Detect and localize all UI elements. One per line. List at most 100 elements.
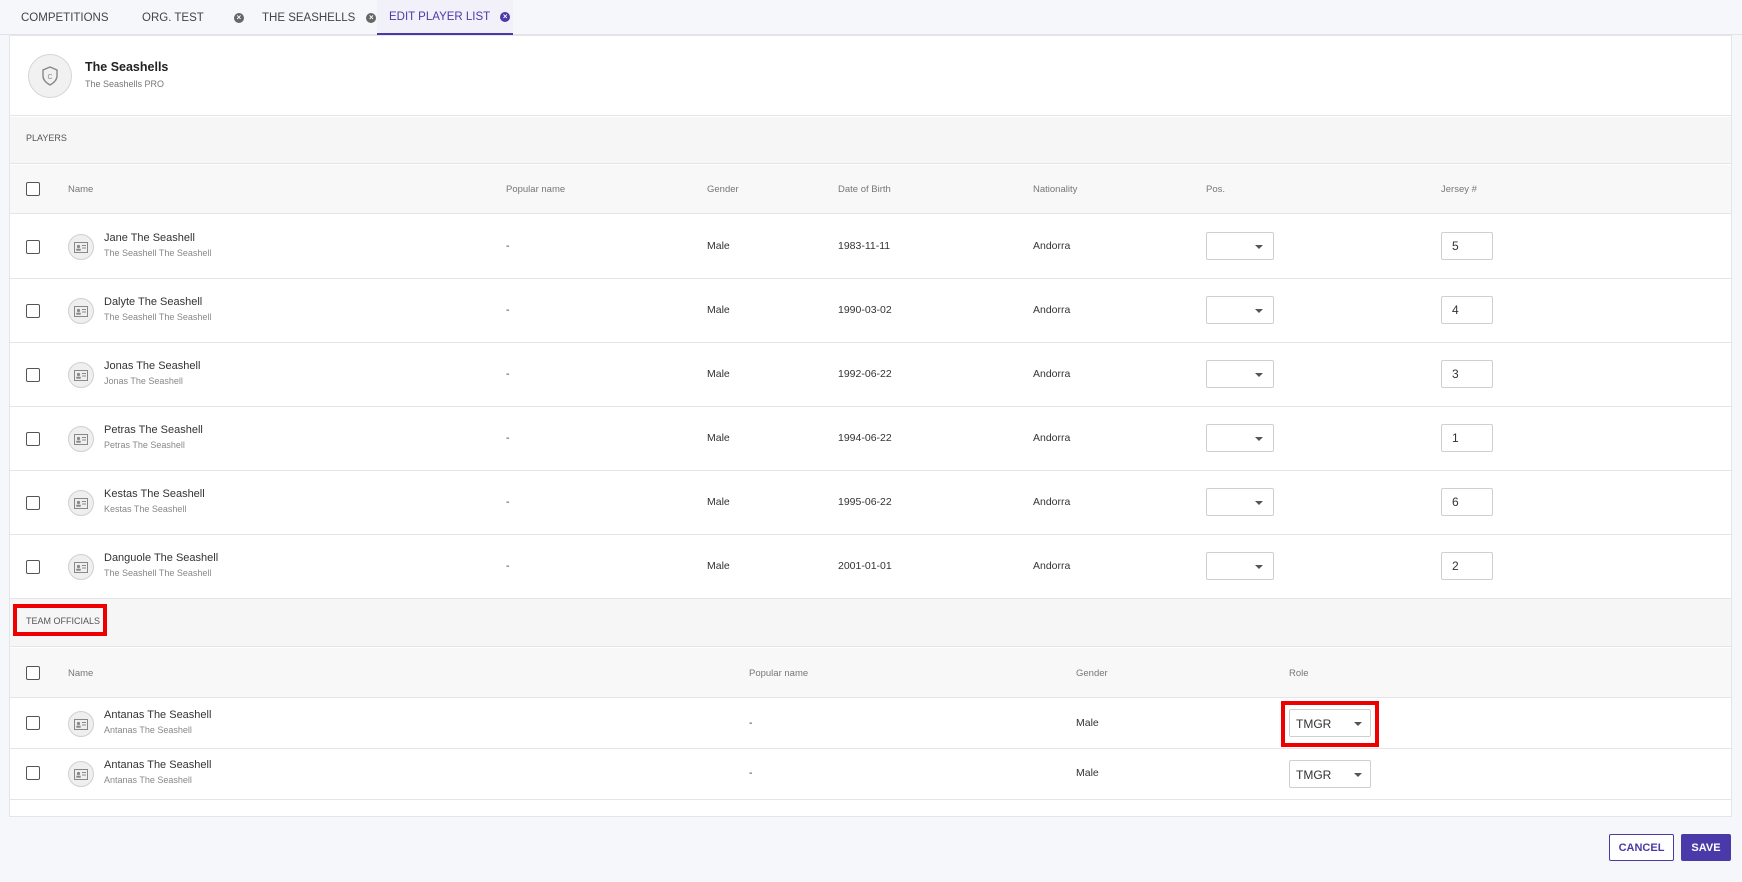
row-checkbox[interactable] bbox=[26, 560, 40, 574]
id-card-icon bbox=[68, 761, 94, 787]
tab-label: EDIT PLAYER LIST bbox=[389, 10, 491, 23]
date-of-birth: 1992-06-22 bbox=[838, 368, 892, 380]
id-card-icon bbox=[68, 426, 94, 452]
date-of-birth: 1990-03-02 bbox=[838, 304, 892, 316]
row-checkbox[interactable] bbox=[26, 368, 40, 382]
jersey-input[interactable] bbox=[1441, 552, 1493, 580]
close-icon[interactable]: × bbox=[366, 12, 377, 23]
id-card-icon bbox=[68, 554, 94, 580]
tab-label: THE SEASHELLS bbox=[262, 11, 356, 24]
tab-org-test[interactable]: ORG. TEST × bbox=[142, 0, 244, 35]
date-of-birth: 2001-01-01 bbox=[838, 560, 892, 572]
official-subname: Antanas The Seashell bbox=[104, 775, 192, 785]
date-of-birth: 1994-06-22 bbox=[838, 432, 892, 444]
tab-the-seashells[interactable]: THE SEASHELLS × bbox=[262, 0, 377, 35]
position-select[interactable] bbox=[1206, 424, 1274, 452]
caret-down-icon bbox=[1255, 437, 1263, 441]
tab-edit-player-list[interactable]: EDIT PLAYER LIST × bbox=[377, 0, 513, 35]
id-card-icon bbox=[68, 234, 94, 260]
player-name[interactable]: Petras The Seashell bbox=[104, 424, 203, 436]
position-select[interactable] bbox=[1206, 232, 1274, 260]
select-all-checkbox[interactable] bbox=[26, 666, 40, 680]
player-subname: The Seashell The Seashell bbox=[104, 568, 212, 578]
table-row: Petras The Seashell Petras The Seashell … bbox=[10, 407, 1731, 471]
jersey-input[interactable] bbox=[1441, 360, 1493, 388]
date-of-birth: 1983-11-11 bbox=[838, 240, 891, 252]
select-all-checkbox[interactable] bbox=[26, 182, 40, 196]
nationality: Andorra bbox=[1033, 368, 1071, 380]
row-checkbox[interactable] bbox=[26, 432, 40, 446]
column-header-position[interactable]: Pos. bbox=[1206, 184, 1225, 195]
position-select[interactable] bbox=[1206, 360, 1274, 388]
official-name[interactable]: Antanas The Seashell bbox=[104, 709, 211, 721]
column-header-gender[interactable]: Gender bbox=[1076, 668, 1108, 679]
gender: Male bbox=[707, 496, 730, 508]
officials-section-header: TEAM OFFICIALS bbox=[10, 599, 1731, 647]
column-header-gender[interactable]: Gender bbox=[707, 184, 739, 195]
table-row: Dalyte The Seashell The Seashell The Sea… bbox=[10, 279, 1731, 343]
id-card-icon bbox=[68, 298, 94, 324]
player-subname: Jonas The Seashell bbox=[104, 376, 183, 386]
popular-name: - bbox=[749, 767, 753, 779]
popular-name: - bbox=[506, 240, 510, 252]
role-select[interactable]: TMGR bbox=[1289, 760, 1371, 788]
caret-down-icon bbox=[1354, 773, 1362, 777]
nationality: Andorra bbox=[1033, 432, 1071, 444]
player-name[interactable]: Danguole The Seashell bbox=[104, 552, 218, 564]
column-header-nationality[interactable]: Nationality bbox=[1033, 184, 1077, 195]
close-icon[interactable]: × bbox=[500, 11, 511, 22]
official-name[interactable]: Antanas The Seashell bbox=[104, 759, 211, 771]
table-row: Danguole The Seashell The Seashell The S… bbox=[10, 535, 1731, 599]
tab-competitions[interactable]: COMPETITIONS bbox=[21, 0, 109, 35]
column-header-popular-name[interactable]: Popular name bbox=[749, 668, 808, 679]
player-name[interactable]: Kestas The Seashell bbox=[104, 488, 205, 500]
cancel-button[interactable]: CANCEL bbox=[1609, 834, 1674, 861]
row-checkbox[interactable] bbox=[26, 304, 40, 318]
jersey-input[interactable] bbox=[1441, 488, 1493, 516]
popular-name: - bbox=[506, 560, 510, 572]
position-select[interactable] bbox=[1206, 296, 1274, 324]
jersey-input[interactable] bbox=[1441, 296, 1493, 324]
row-checkbox[interactable] bbox=[26, 496, 40, 510]
position-select[interactable] bbox=[1206, 552, 1274, 580]
close-icon[interactable]: × bbox=[233, 12, 244, 23]
row-checkbox[interactable] bbox=[26, 240, 40, 254]
player-subname: Kestas The Seashell bbox=[104, 504, 187, 514]
player-name[interactable]: Jonas The Seashell bbox=[104, 360, 200, 372]
jersey-input[interactable] bbox=[1441, 232, 1493, 260]
nationality: Andorra bbox=[1033, 496, 1071, 508]
column-header-jersey[interactable]: Jersey # bbox=[1441, 184, 1477, 195]
position-select[interactable] bbox=[1206, 488, 1274, 516]
officials-table-header: Name Popular name Gender Role bbox=[10, 648, 1731, 698]
jersey-input[interactable] bbox=[1441, 424, 1493, 452]
player-name[interactable]: Jane The Seashell bbox=[104, 232, 195, 244]
row-checkbox[interactable] bbox=[26, 716, 40, 730]
column-header-popular-name[interactable]: Popular name bbox=[506, 184, 565, 195]
table-row: Jane The Seashell The Seashell The Seash… bbox=[10, 215, 1731, 279]
gender: Male bbox=[1076, 767, 1099, 779]
player-subname: Petras The Seashell bbox=[104, 440, 185, 450]
id-card-icon bbox=[68, 711, 94, 737]
row-checkbox[interactable] bbox=[26, 766, 40, 780]
table-row: Antanas The Seashell Antanas The Seashel… bbox=[10, 699, 1731, 749]
tab-bar: COMPETITIONS ORG. TEST × THE SEASHELLS ×… bbox=[0, 0, 1742, 35]
team-subtitle: The Seashells PRO bbox=[85, 79, 165, 89]
save-button[interactable]: SAVE bbox=[1681, 834, 1731, 861]
players-section-header: PLAYERS bbox=[10, 117, 1731, 164]
popular-name: - bbox=[506, 304, 510, 316]
gender: Male bbox=[707, 432, 730, 444]
caret-down-icon bbox=[1255, 501, 1263, 505]
gender: Male bbox=[707, 240, 730, 252]
nationality: Andorra bbox=[1033, 304, 1071, 316]
column-header-name[interactable]: Name bbox=[68, 184, 93, 195]
id-card-icon bbox=[68, 362, 94, 388]
player-name[interactable]: Dalyte The Seashell bbox=[104, 296, 202, 308]
popular-name: - bbox=[506, 432, 510, 444]
column-header-dob[interactable]: Date of Birth bbox=[838, 184, 891, 195]
column-header-role[interactable]: Role bbox=[1289, 668, 1309, 679]
nationality: Andorra bbox=[1033, 560, 1071, 572]
gender: Male bbox=[707, 560, 730, 572]
caret-down-icon bbox=[1255, 309, 1263, 313]
highlight-box bbox=[13, 604, 107, 636]
column-header-name[interactable]: Name bbox=[68, 668, 93, 679]
